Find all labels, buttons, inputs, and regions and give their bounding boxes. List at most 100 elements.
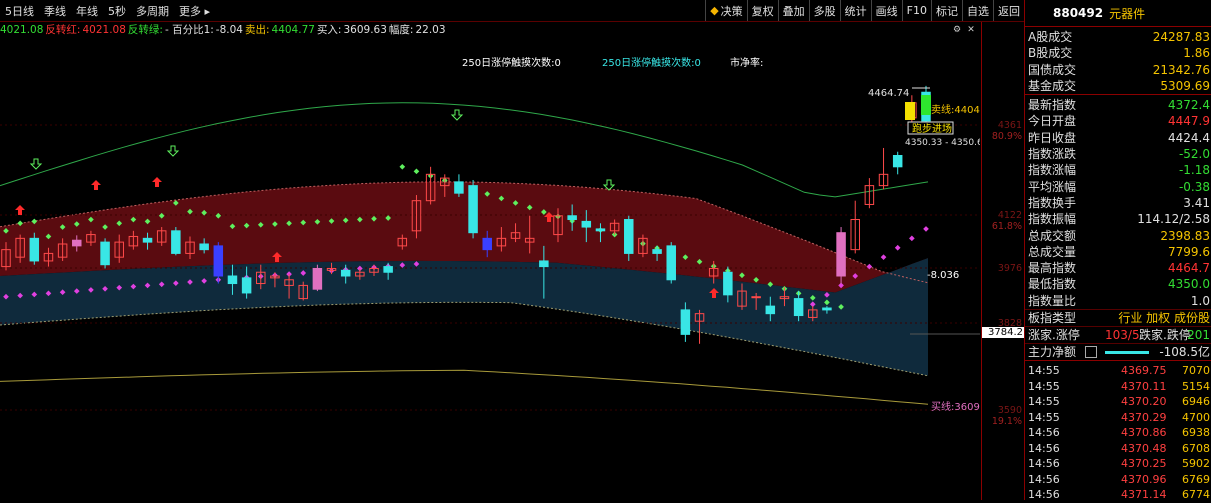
range-text: 4350.33 - 4350.6 <box>905 138 980 148</box>
toolbar-button[interactable]: 复权 <box>746 0 778 21</box>
tick-volume: 6708 <box>1182 441 1210 455</box>
toolbar-button[interactable]: 统计 <box>839 0 871 21</box>
toolbar-button-label: F10 <box>906 4 927 17</box>
period-tab[interactable]: 5秒 <box>103 3 131 19</box>
tick-volume: 6938 <box>1182 426 1210 440</box>
buy-arrow-icon <box>15 205 25 215</box>
stat-value: 4464.7 <box>1168 261 1210 276</box>
tick-time: 14:56 <box>1028 457 1060 471</box>
toolbar-button[interactable]: 返回 <box>993 0 1024 21</box>
green-signal-bar <box>921 95 931 115</box>
tick-row: 14:55 4370.20 6946 <box>1025 394 1211 410</box>
sell-arrow-icon <box>29 158 43 170</box>
stat-row: 总成交额 2398.83 <box>1025 228 1211 244</box>
stat-row: 指数量比 1.0 <box>1025 293 1211 309</box>
tick-row: 14:55 4370.11 5154 <box>1025 379 1211 395</box>
tick-price: 4370.29 <box>1121 410 1167 424</box>
toolbar-button-label: 自选 <box>967 4 989 18</box>
trend-dot-magenta <box>923 226 929 232</box>
toolbar-button[interactable]: 叠加 <box>777 0 809 21</box>
volume-stats: A股成交 24287.83 B股成交 1.86 国债成交 21342.76 基金成交 5309… <box>1025 29 1211 94</box>
tick-row: 14:55 4370.29 4700 <box>1025 410 1211 426</box>
stat-label: 昨日收盘 <box>1028 130 1077 145</box>
candle-body <box>624 219 634 254</box>
candle-body <box>482 237 492 251</box>
tick-time: 14:56 <box>1028 426 1060 440</box>
settings-icon[interactable]: ⚙ <box>952 25 962 35</box>
toolbar-button-label: 画线 <box>875 4 898 18</box>
candle-body <box>29 237 40 262</box>
tick-volume: 4700 <box>1182 410 1210 424</box>
candle-body <box>652 249 662 254</box>
kline-chart[interactable]: 250日涨停触摸次数:0 250日涨停触摸次数:0 市净率: 4464.74 卖线:44… <box>0 36 980 500</box>
board-type-value[interactable]: 行业 加权 成份股 <box>1118 310 1210 326</box>
run-enter-label: 跑步进场 <box>912 122 952 135</box>
price-axis: 4361 80.9% 4122 61.8% 3976 3828 3590 19.1% 3784.… <box>981 22 1024 500</box>
axis-tick-label: 4361 <box>997 120 1022 131</box>
tick-price: 4370.86 <box>1121 426 1167 440</box>
stat-label: 最低指数 <box>1028 277 1077 292</box>
tick-time: 14:56 <box>1028 488 1060 502</box>
stat-value: 5309.69 <box>1160 78 1210 93</box>
stat-label: 指数振幅 <box>1028 212 1077 227</box>
stat-label: 基金成交 <box>1028 78 1077 93</box>
indicator-value-mark: -8.036 <box>927 270 959 281</box>
indicator-text: 幅度: <box>388 24 414 36</box>
stat-value: 7799.6 <box>1168 244 1210 259</box>
close-icon[interactable]: ✕ <box>966 25 976 35</box>
yellow-signal-bar <box>905 102 915 120</box>
period-tab[interactable]: 5日线 <box>0 3 39 19</box>
net-flow-bar <box>1105 351 1149 355</box>
period-tab[interactable]: 年线 <box>71 3 103 19</box>
axis-pct-label: 80.9% <box>991 131 1022 142</box>
stat-value: 4372.4 <box>1168 98 1210 113</box>
axis-pct-label: 19.1% <box>991 416 1022 427</box>
panel-header: 880492 元器件 <box>1025 0 1211 26</box>
toolbar-button[interactable]: 自选 <box>962 0 993 21</box>
stat-label: 指数量比 <box>1028 293 1077 308</box>
tick-volume: 7070 <box>1182 364 1210 378</box>
trend-dot-magenta <box>909 235 915 242</box>
tick-list[interactable]: 14:55 4369.75 7070 14:55 4370.11 5154 14:55 437… <box>1025 363 1211 503</box>
tick-time: 14:55 <box>1028 379 1060 393</box>
period-tab[interactable]: 更多 ▸ <box>174 3 215 19</box>
candle-body <box>680 309 691 335</box>
candle-body <box>836 232 846 277</box>
stat-value: 4350.0 <box>1168 277 1210 292</box>
stat-value: 24287.83 <box>1152 30 1210 44</box>
toolbar-button[interactable]: 多股 <box>808 0 840 21</box>
candle-body <box>383 266 393 273</box>
period-toolbar: 5日线 季线 年线 5秒 多周期 更多 ▸ ◆ 决策 复权 叠加 多股 统计 画线 F10 标记 自选 返回 <box>0 0 1024 22</box>
period-tab[interactable]: 季线 <box>39 3 71 19</box>
stat-value: -1.18 <box>1178 163 1210 178</box>
trend-dot-magenta <box>880 254 887 261</box>
toolbar-button[interactable]: 画线 <box>870 0 902 21</box>
stat-value: 1.0 <box>1190 293 1210 308</box>
toolbar-button[interactable]: F10 <box>901 0 931 21</box>
buy-arrow-icon <box>91 180 101 190</box>
stat-row: 昨日收盘 4424.4 <box>1025 130 1211 146</box>
toolbar-button-label: 复权 <box>751 4 774 18</box>
stat-label: 国债成交 <box>1028 62 1077 77</box>
stat-value: 114.12/2.58 <box>1137 212 1210 227</box>
toolbar-button[interactable]: ◆ 决策 <box>705 0 746 21</box>
toolbar-button[interactable]: 标记 <box>931 0 962 21</box>
candle-body <box>72 239 82 247</box>
up-count-value: 103/5 <box>1105 328 1140 343</box>
tick-volume: 6774 <box>1182 488 1210 502</box>
candle-body <box>539 260 549 268</box>
indicator-text: -8.04 <box>215 24 243 36</box>
tick-time: 14:56 <box>1028 441 1060 455</box>
indicator-text: - 百分比1: <box>164 24 214 36</box>
net-flow-toggle-icon[interactable] <box>1085 346 1097 359</box>
tick-price: 4370.48 <box>1121 441 1167 455</box>
candle-body <box>567 215 577 221</box>
period-tab[interactable]: 多周期 <box>131 3 174 19</box>
candle-body <box>581 220 592 228</box>
stat-row: 国债成交 21342.76 <box>1025 62 1211 78</box>
down-count-label: 跌家.跌停 <box>1139 328 1191 343</box>
stat-value: -52.0 <box>1178 147 1210 162</box>
trend-dot-green <box>413 168 420 175</box>
sell-line-label: 卖线:4404 <box>931 103 980 116</box>
stat-value: 21342.76 <box>1152 62 1210 77</box>
